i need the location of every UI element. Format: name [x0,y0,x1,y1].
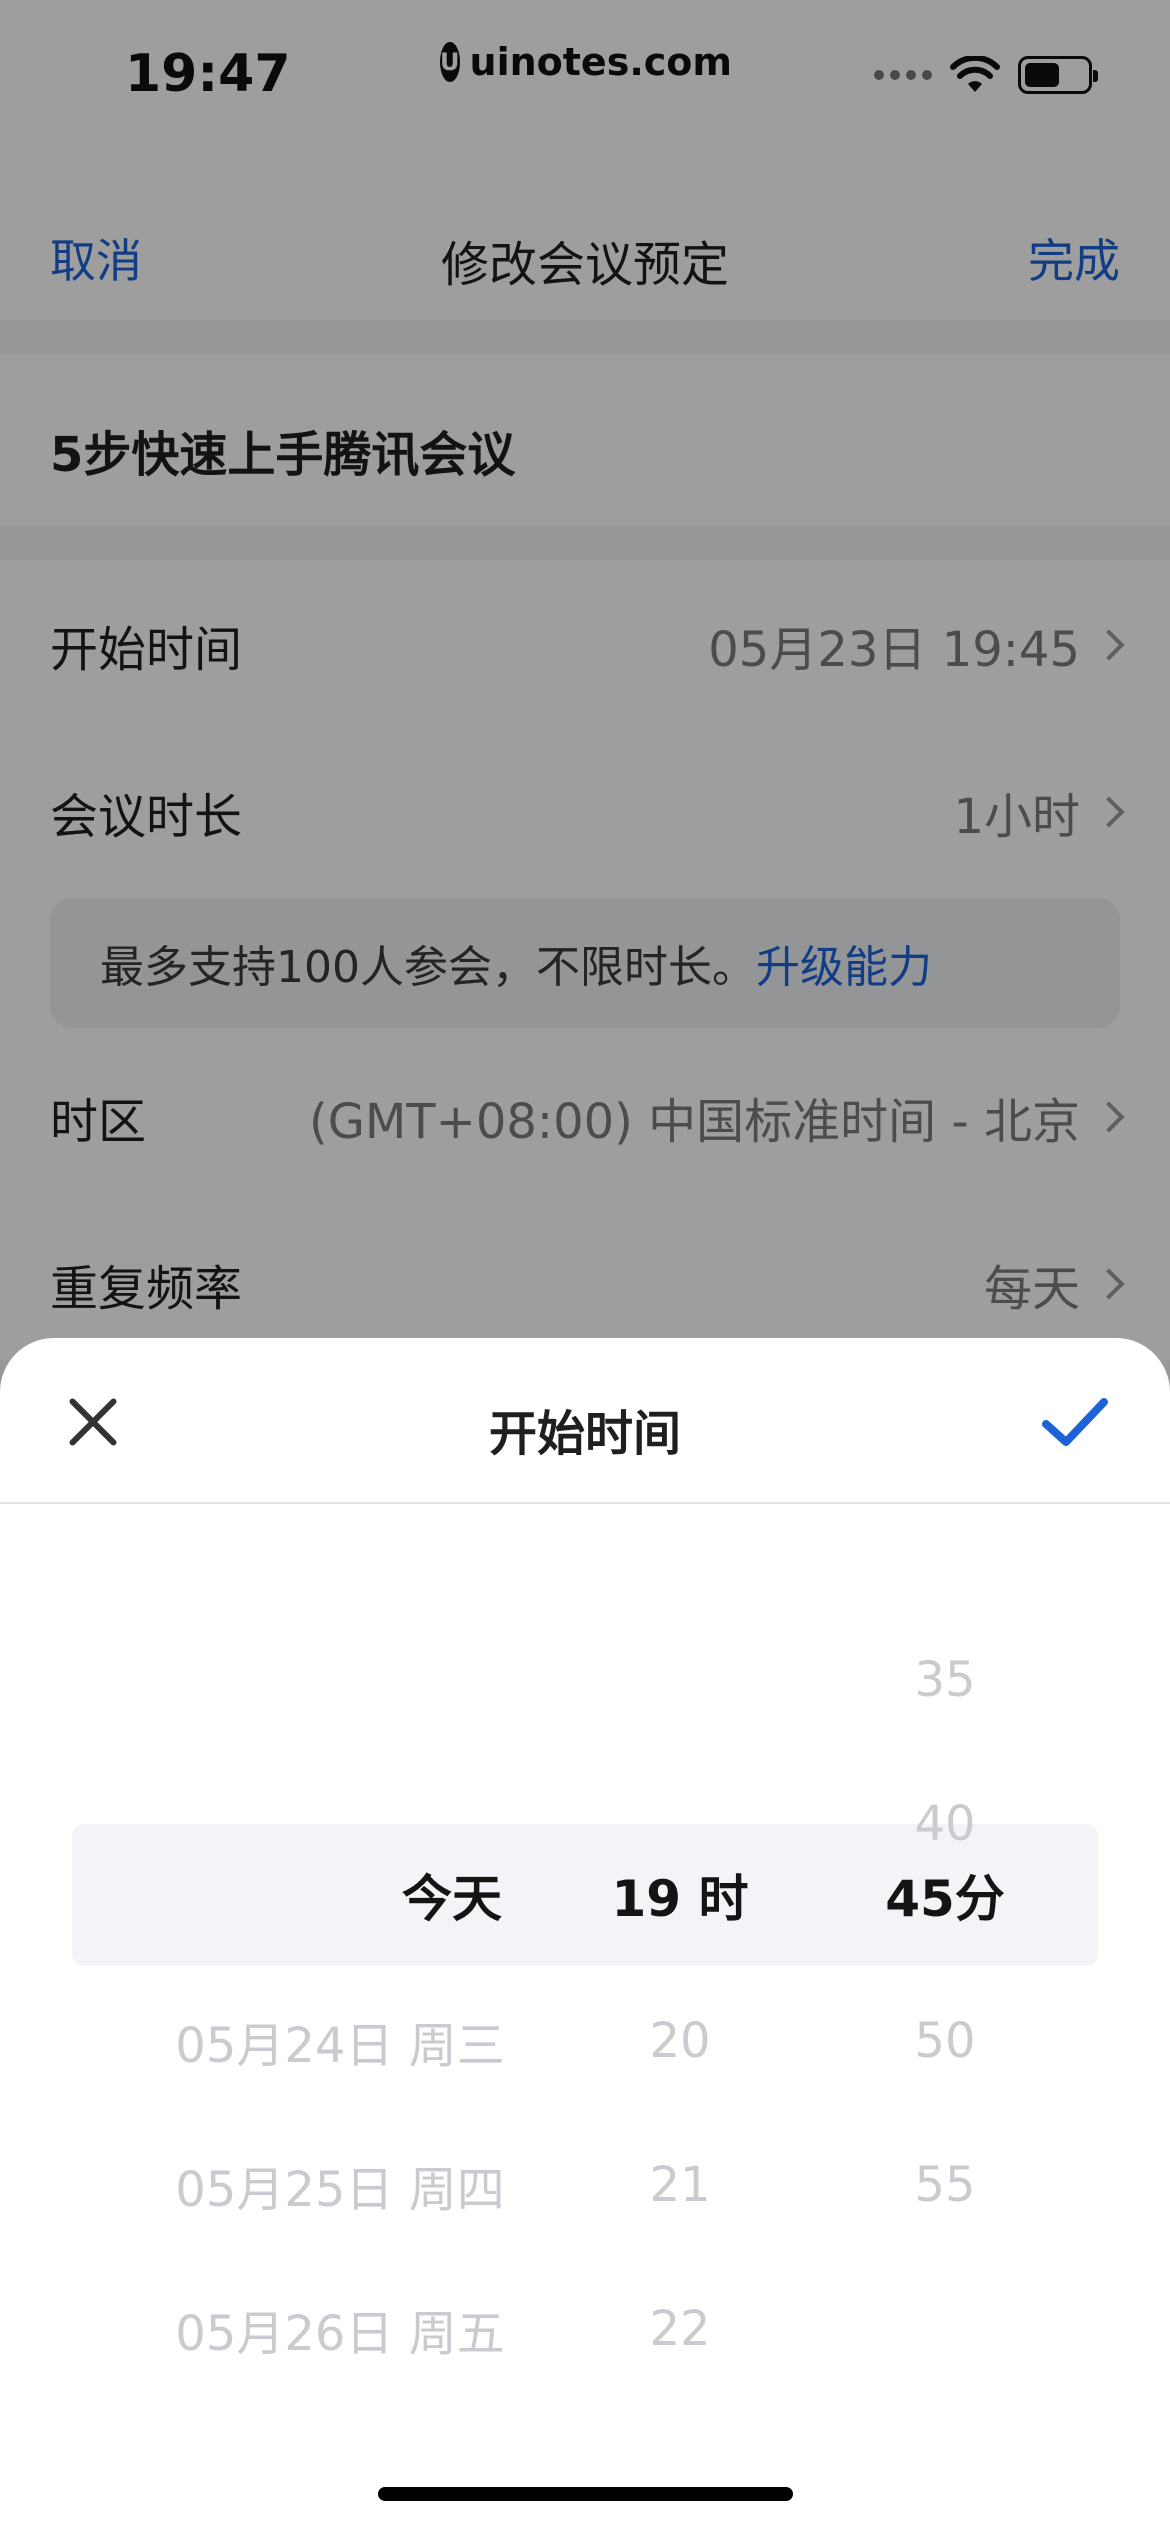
date-picker-column[interactable]: 今天 05月24日 周三 05月25日 周四 05月26日 周五 [150,1338,530,2532]
picker-item [150,1608,530,1752]
picker-item: 55 [914,2157,976,2213]
start-time-sheet: 开始时间 今天 05月24日 周三 05月25日 周四 05月26日 周五 19… [0,1338,1170,2532]
picker-item: 35 [914,1652,976,1708]
picker-item-selected: 45分 [885,1870,1005,1928]
picker-item: 22 [649,2301,711,2357]
screen: 19:47 U uinotes.com 取消 修改会议预定 完成 5步快速上手腾… [0,0,1170,2532]
picker-item: 05月24日 周三 [175,2018,505,2074]
picker-item: 50 [914,2013,976,2069]
picker-item: 20 [649,2013,711,2069]
minute-picker-column[interactable]: 35 40 45分 50 55 [870,1338,1020,2532]
home-indicator[interactable] [378,2487,793,2501]
picker-item-selected: 今天 [402,1870,502,1928]
picker-item-selected: 19 时 [611,1870,749,1928]
picker-item: 05月26日 周五 [175,2306,505,2362]
picker-item: 21 [649,2157,711,2213]
hour-picker-column[interactable]: 19 时 20 21 22 [600,1338,760,2532]
picker-item [600,1608,760,1752]
picker-item: 05月25日 周四 [175,2162,505,2218]
check-icon[interactable] [1040,1388,1110,1458]
